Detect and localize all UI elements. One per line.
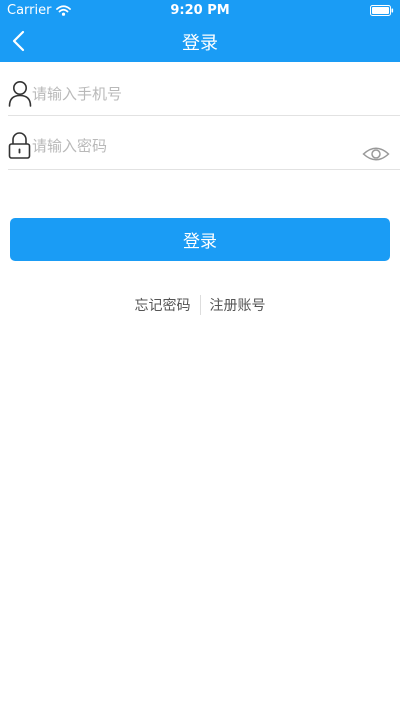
password-field bbox=[8, 124, 400, 170]
eye-icon[interactable] bbox=[362, 144, 390, 164]
password-input[interactable] bbox=[32, 134, 352, 158]
header: Carrier 9:20 PM 登录 bbox=[0, 0, 400, 62]
forgot-password-link[interactable]: 忘记密码 bbox=[126, 295, 200, 315]
nav-bar: 登录 bbox=[0, 20, 400, 62]
user-icon bbox=[8, 81, 32, 107]
login-button[interactable]: 登录 bbox=[10, 218, 390, 261]
phone-field bbox=[8, 72, 400, 116]
page-title: 登录 bbox=[182, 33, 218, 54]
status-time: 9:20 PM bbox=[170, 3, 230, 18]
register-link[interactable]: 注册账号 bbox=[201, 295, 275, 315]
auth-links: 忘记密码 注册账号 bbox=[0, 294, 400, 316]
phone-input[interactable] bbox=[32, 82, 352, 106]
battery-icon bbox=[370, 5, 394, 16]
lock-icon bbox=[8, 132, 31, 159]
status-bar: Carrier 9:20 PM bbox=[0, 0, 400, 20]
